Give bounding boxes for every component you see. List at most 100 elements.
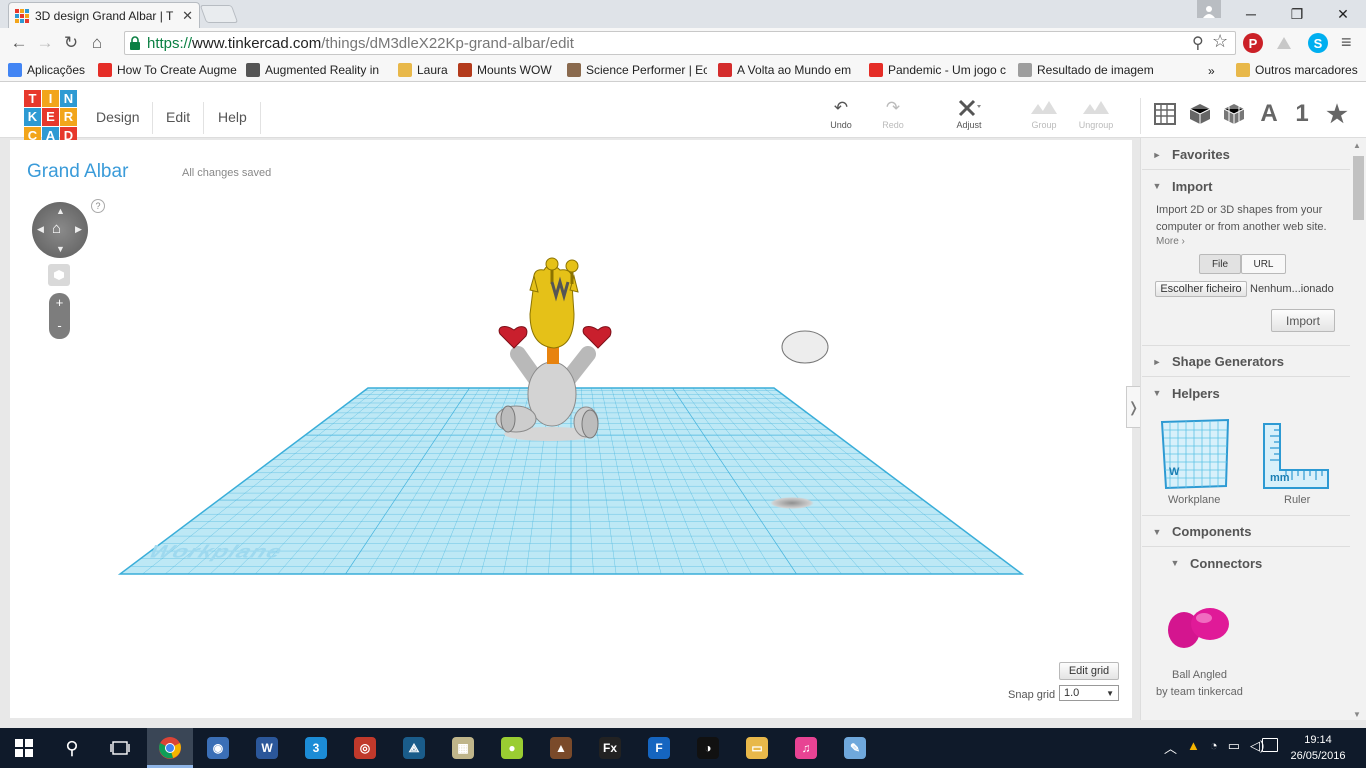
tinkercad-logo[interactable]: TINKERCAD [24,90,78,144]
menu-edit[interactable]: Edit [166,98,190,136]
bookmark-item[interactable]: Pandemic - Um jogo c [869,61,1006,79]
profile-icon[interactable] [1197,0,1221,18]
network-icon[interactable]: ◔ [1210,738,1218,757]
fo-app-icon[interactable]: F [641,732,677,764]
chrome-app-icon[interactable] [152,732,188,764]
scroll-up-icon[interactable]: ▲ [1353,141,1361,150]
clock[interactable]: 19:14 26/05/2016 [1290,732,1346,764]
edit-grid-button[interactable]: Edit grid [1059,662,1119,680]
game-app-icon[interactable]: ▲ [543,732,579,764]
zoom-search-icon[interactable]: ⚲ [1192,33,1204,53]
bookmark-item[interactable]: Laura [398,61,448,79]
itunes-app-icon[interactable]: ♫ [788,732,824,764]
url-bar[interactable]: https://www.tinkercad.com/things/dM3dleX… [124,31,1236,55]
fx-app-icon[interactable]: Fx [592,732,628,764]
egg-shape[interactable] [778,328,834,368]
import-button[interactable]: Import [1271,309,1335,332]
group-button[interactable]: Group [1014,98,1074,130]
windows-start-icon[interactable] [6,732,42,764]
grid-view-icon[interactable] [1151,100,1179,128]
reload-icon[interactable]: ↻ [58,30,84,56]
wire-cube-icon[interactable] [1220,100,1248,128]
bookmark-item[interactable]: Science Performer | Ec [567,61,707,79]
redo-button[interactable]: ↷ Redo [863,98,923,130]
minimize-icon[interactable]: ─ [1228,0,1274,28]
eye-app-icon[interactable]: ◑ [690,732,726,764]
browser-tab[interactable]: 3D design Grand Albar | T ✕ [8,2,200,28]
connectors-section[interactable]: ▼ Connectors [1142,548,1350,578]
solid-cube-icon[interactable] [1186,100,1214,128]
ungroup-button[interactable]: Ungroup [1066,98,1126,130]
import-section[interactable]: ▼ Import [1142,171,1350,201]
text-shapes-icon[interactable]: A [1255,100,1283,128]
bookmark-item[interactable]: Augmented Reality in [246,61,379,79]
action-center-icon[interactable] [1262,738,1278,752]
more-bookmarks-button[interactable]: » [1208,62,1215,80]
home-view-icon[interactable]: ⌂ [52,220,61,237]
bookmark-item[interactable]: How To Create Augme [98,61,237,79]
task-view-icon[interactable] [102,732,138,764]
fit-view-button[interactable] [48,264,70,286]
zoom-in-button[interactable]: + [49,295,70,313]
adjust-button[interactable]: Adjust [939,98,999,130]
pan-down-icon[interactable]: ▼ [56,244,65,254]
number-shapes-icon[interactable]: 1 [1288,100,1316,128]
google-drive-icon[interactable]: ▲ [1187,738,1200,757]
new-tab-button[interactable] [199,5,239,23]
pan-right-icon[interactable]: ▶ [75,224,82,235]
battery-icon[interactable]: ▭ [1228,738,1240,757]
pan-left-icon[interactable]: ◀ [37,224,44,235]
menu-design[interactable]: Design [96,98,140,136]
zoom-out-button[interactable]: - [49,318,70,336]
skype-icon[interactable]: S [1308,33,1328,53]
bookmark-item[interactable]: Resultado de imagem [1018,61,1154,79]
extension-icon[interactable] [1275,35,1293,51]
menu-help[interactable]: Help [218,98,247,136]
more-link[interactable]: More › [1156,236,1185,247]
panel-scrollbar[interactable] [1352,138,1366,720]
other-bookmarks[interactable]: Outros marcadores [1236,61,1358,79]
back-icon[interactable]: ← [6,30,32,56]
favorites-section[interactable]: ► Favorites [1142,140,1350,170]
bookmark-item[interactable]: A Volta ao Mundo em [718,61,851,79]
components-section[interactable]: ▼ Components [1142,517,1350,547]
blender-app-icon[interactable]: ⟁ [396,732,432,764]
paint-app-icon[interactable]: ✎ [837,732,873,764]
chrome-menu-icon[interactable]: ≡ [1341,32,1352,53]
maximize-icon[interactable]: ❐ [1274,0,1320,28]
show-hidden-icons-icon[interactable]: ︿ [1164,738,1177,757]
giraffe-model[interactable] [490,254,620,446]
shape-generators-section[interactable]: ► Shape Generators [1142,347,1350,377]
undo-button[interactable]: ↶ Undo [811,98,871,130]
helpers-section[interactable]: ▼ Helpers [1142,378,1350,408]
file-tab[interactable]: File [1199,254,1241,274]
map-app-icon[interactable]: ▦ [445,732,481,764]
world-globe-app-icon[interactable]: ◉ [200,732,236,764]
workplane-helper-icon[interactable] [1158,418,1230,490]
leaf-app-icon[interactable]: ● [494,732,530,764]
media-app-icon[interactable]: ◎ [347,732,383,764]
bookmark-item[interactable]: Aplicações [8,61,85,79]
bookmark-item[interactable]: Mounts WOW [458,61,552,79]
word-app-icon[interactable]: W [249,732,285,764]
url-tab[interactable]: URL [1241,254,1286,274]
help-icon[interactable]: ? [91,199,105,213]
pan-up-icon[interactable]: ▲ [56,206,65,216]
bookmark-star-icon[interactable]: ☆ [1212,31,1228,52]
favorites-star-icon[interactable]: ★ [1323,100,1351,128]
design-title[interactable]: Grand Albar [27,161,128,183]
close-window-icon[interactable]: ✕ [1320,0,1366,28]
three-app-icon[interactable]: 3 [298,732,334,764]
scroll-down-icon[interactable]: ▼ [1353,710,1361,719]
home-icon[interactable]: ⌂ [84,30,110,56]
choose-file-button[interactable]: Escolher ficheiro [1155,281,1247,297]
forward-icon[interactable]: → [32,30,58,56]
pinterest-icon[interactable]: P [1243,33,1263,53]
search-icon[interactable]: ⚲ [54,732,90,764]
orbit-control[interactable]: ▲ ▼ ◀ ▶ ⌂ [32,202,88,258]
scrollbar-thumb[interactable] [1353,156,1364,220]
close-tab-icon[interactable]: ✕ [182,8,193,24]
ball-angled-shape-icon[interactable] [1166,604,1236,654]
panel-toggle[interactable]: ❭ [1126,386,1141,428]
folder-app-icon[interactable]: ▭ [739,732,775,764]
